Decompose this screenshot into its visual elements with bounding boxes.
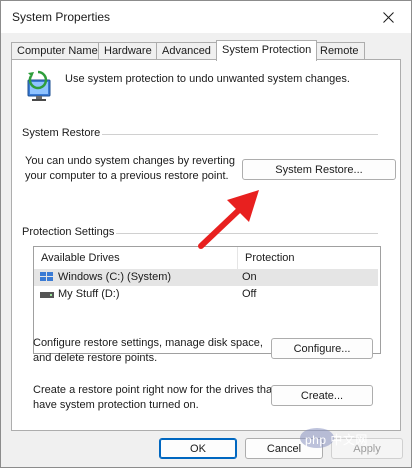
tab-system-protection[interactable]: System Protection <box>216 40 318 61</box>
system-protection-icon <box>27 70 51 101</box>
drive-protection: Off <box>242 288 257 300</box>
configure-desc-2: and delete restore points. <box>33 352 158 364</box>
windows-drive-icon <box>40 272 53 281</box>
configure-desc-1: Configure restore settings, manage disk … <box>33 337 263 349</box>
create-desc-1: Create a restore point right now for the… <box>33 384 276 396</box>
system-properties-window: System Properties Computer Name Hardware… <box>0 0 412 468</box>
close-button[interactable] <box>365 1 411 33</box>
watermark-text: php 中文网 <box>305 433 368 447</box>
window-title: System Properties <box>12 10 111 24</box>
protection-settings-heading: Protection Settings <box>22 226 115 238</box>
drive-name: Windows (C:) (System) <box>58 271 172 283</box>
drive-row[interactable]: Windows (C:) (System) On <box>34 269 378 286</box>
tab-computer-name[interactable]: Computer Name <box>11 42 104 60</box>
watermark: php 中文网 <box>299 427 403 449</box>
create-desc-2: have system protection turned on. <box>33 399 199 411</box>
create-button[interactable]: Create... <box>271 385 373 406</box>
close-icon <box>382 11 394 23</box>
drive-name: My Stuff (D:) <box>58 288 120 300</box>
tab-hardware[interactable]: Hardware <box>98 42 158 60</box>
title-bar: System Properties <box>1 1 411 33</box>
hard-drive-icon <box>40 292 54 298</box>
tab-advanced[interactable]: Advanced <box>156 42 217 60</box>
ok-button[interactable]: OK <box>159 438 237 459</box>
group-divider <box>102 134 378 135</box>
system-restore-desc-2: your computer to a previous restore poin… <box>25 170 229 182</box>
system-restore-heading: System Restore <box>22 127 101 139</box>
system-restore-button[interactable]: System Restore... <box>242 159 396 180</box>
intro-text: Use system protection to undo unwanted s… <box>65 73 350 85</box>
drive-row[interactable]: My Stuff (D:) Off <box>34 286 378 303</box>
annotation-arrow-icon <box>198 190 259 249</box>
system-restore-desc-1: You can undo system changes by reverting <box>25 155 235 167</box>
drive-protection: On <box>242 271 257 283</box>
configure-button[interactable]: Configure... <box>271 338 373 359</box>
tab-remote[interactable]: Remote <box>314 42 365 60</box>
